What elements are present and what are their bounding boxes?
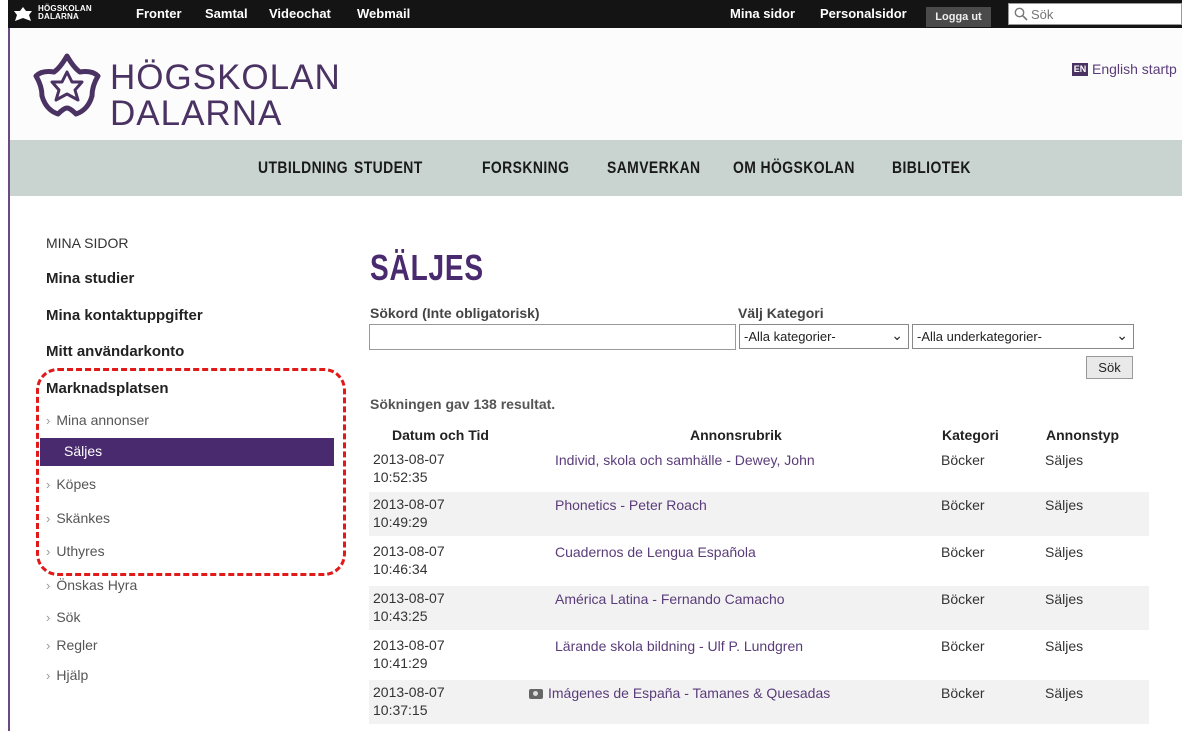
logout-button[interactable]: Logga ut [926, 7, 991, 27]
english-start-link[interactable]: English startp [1092, 61, 1177, 77]
top-bar-inner: HÖGSKOLAN DALARNA Fronter Samtal Videoch… [8, 0, 1182, 28]
sidebar-item-mina-studier[interactable]: Mina studier [46, 270, 134, 287]
ad-title-link[interactable]: Lärande skola bildning - Ulf P. Lundgren [555, 638, 803, 654]
table-row: 2013-08-07 10:43:25 América Latina - Fern… [369, 586, 1149, 630]
column-header-annonsrubrik: Annonsrubrik [690, 427, 782, 443]
search-icon [1014, 7, 1028, 21]
nav-bibliotek[interactable]: BIBLIOTEK [892, 158, 971, 178]
sidebar-subitem-sok[interactable]: › Sök [46, 609, 80, 625]
logo-name-line1[interactable]: HÖGSKOLAN [110, 58, 341, 98]
top-search-box[interactable] [1008, 3, 1182, 25]
search-button[interactable]: Sök [1086, 356, 1133, 379]
table-row: 2013-08-07 10:37:15 Imágenes de España - … [369, 680, 1149, 724]
column-header-datum: Datum och Tid [392, 427, 489, 443]
site-header: HÖGSKOLAN DALARNA EN English startp [10, 28, 1182, 140]
column-header-annonstyp: Annonstyp [1046, 427, 1120, 443]
nav-student[interactable]: STUDENT [354, 158, 423, 178]
nav-om-hogskolan[interactable]: OM HÖGSKOLAN [733, 158, 855, 178]
link-webmail[interactable]: Webmail [357, 6, 410, 21]
column-header-kategori: Kategori [942, 427, 999, 443]
sidebar-item-anvandarkonto[interactable]: Mitt användarkonto [46, 343, 184, 360]
nav-utbildning[interactable]: UTBILDNING [258, 158, 348, 178]
link-personalsidor[interactable]: Personalsidor [820, 6, 907, 21]
star-logo-icon[interactable] [12, 6, 34, 22]
top-search-input[interactable] [1031, 5, 1176, 23]
sidebar-subitem-regler[interactable]: › Regler [46, 637, 98, 653]
page-title: SÄLJES [370, 247, 484, 288]
search-keyword-label: Sökord (Inte obligatorisk) [370, 305, 540, 321]
link-samtal[interactable]: Samtal [205, 6, 248, 21]
ad-title-link[interactable]: Cuadernos de Lengua Española [555, 544, 756, 560]
table-row: 2013-08-07 10:46:34 Cuadernos de Lengua E… [373, 543, 1084, 577]
chevron-right-icon: › [46, 610, 51, 625]
table-row: 2013-08-07 10:52:35 Individ, skola och sa… [373, 451, 1084, 485]
annotation-highlight-box [36, 368, 346, 576]
category-select[interactable]: -Alla kategorier- ⌄ [739, 324, 909, 349]
english-flag-icon[interactable]: EN [1072, 63, 1088, 76]
chevron-down-icon: ⌄ [891, 327, 903, 343]
top-bar-logo-text: HÖGSKOLAN DALARNA [38, 4, 92, 21]
ad-title-link[interactable]: Phonetics - Peter Roach [555, 497, 707, 513]
sidebar-heading: MINA SIDOR [46, 235, 129, 251]
table-row: 2013-08-07 10:49:29 Phonetics - Peter Roa… [369, 492, 1149, 536]
nav-samverkan[interactable]: SAMVERKAN [607, 158, 701, 178]
ad-title-link[interactable]: América Latina - Fernando Camacho [555, 591, 785, 607]
category-label: Välj Kategori [738, 305, 824, 321]
link-mina-sidor[interactable]: Mina sidor [730, 6, 795, 21]
table-row: 2013-08-07 10:41:29 Lärande skola bildnin… [373, 637, 1084, 671]
chevron-down-icon: ⌄ [1116, 327, 1128, 343]
logo-name-line2[interactable]: DALARNA [110, 94, 282, 134]
sidebar-subitem-hjalp[interactable]: › Hjälp [46, 667, 88, 683]
nav-forskning[interactable]: FORSKNING [482, 158, 569, 178]
link-videochat[interactable]: Videochat [269, 6, 331, 21]
ad-title-link[interactable]: Individ, skola och samhälle - Dewey, Joh… [555, 452, 815, 468]
star-logo-icon[interactable] [32, 52, 102, 122]
search-keyword-input[interactable] [369, 324, 736, 350]
ad-title-link[interactable]: Imágenes de España - Tamanes & Quesadas [529, 685, 830, 701]
chevron-right-icon: › [46, 638, 51, 653]
chevron-right-icon: › [46, 668, 51, 683]
chevron-right-icon: › [46, 578, 51, 593]
sidebar-subitem-onskas-hyra[interactable]: › Önskas Hyra [46, 577, 137, 593]
main-nav: UTBILDNING STUDENT FORSKNING SAMVERKAN O… [10, 140, 1182, 196]
subcategory-select[interactable]: -Alla underkategorier- ⌄ [912, 324, 1134, 349]
result-count: Sökningen gav 138 resultat. [370, 396, 556, 412]
camera-icon [529, 689, 543, 699]
link-fronter[interactable]: Fronter [136, 6, 182, 21]
sidebar-item-kontaktuppgifter[interactable]: Mina kontaktuppgifter [46, 307, 203, 324]
